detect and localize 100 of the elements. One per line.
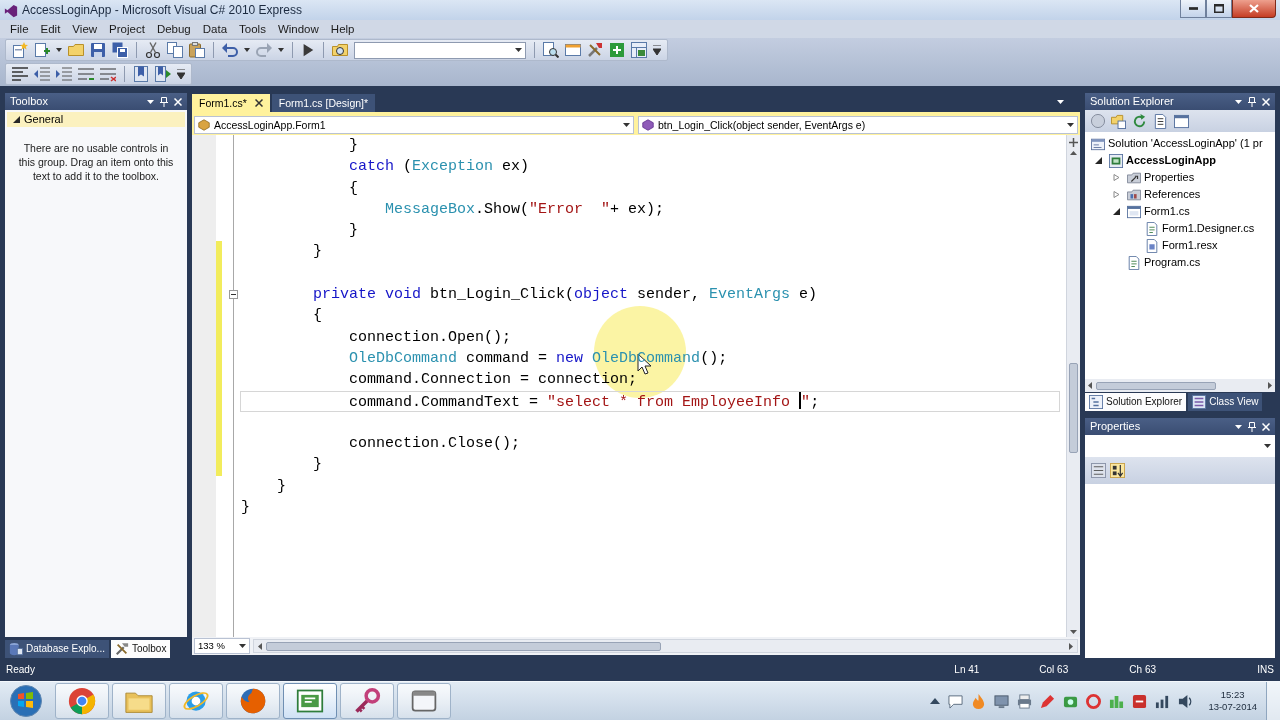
tree-item[interactable]: Form1.Designer.cs [1162,221,1255,236]
bookmark-icon[interactable] [133,66,149,82]
tab-list-icon[interactable] [1057,100,1064,104]
expander-icon[interactable] [1095,157,1102,164]
scroll-left-icon[interactable] [258,642,262,650]
tools-icon[interactable] [587,42,603,58]
menu-item[interactable]: File [4,20,35,38]
pin-icon[interactable] [160,96,168,107]
taskbar-button[interactable] [169,683,223,719]
panel-tab[interactable]: Class View [1188,393,1263,411]
taskbar-button[interactable] [340,683,394,719]
save-icon[interactable] [90,42,106,58]
uncomment-icon[interactable] [100,66,116,82]
toolbox-group-header[interactable]: General [7,112,185,127]
overflow-chevron-icon[interactable] [653,45,661,55]
dropdown-arrow-icon[interactable] [56,48,62,52]
start-orb-icon[interactable] [10,685,42,717]
next-bookmark-icon[interactable] [155,66,171,82]
tree-item[interactable]: AccessLoginApp [1126,153,1216,168]
close-icon[interactable] [254,99,263,107]
maximize-button[interactable] [1206,0,1232,18]
show-all-files-icon[interactable] [1111,113,1126,129]
scroll-thumb[interactable] [1069,363,1078,453]
document-tab[interactable]: Form1.cs* [192,94,270,112]
speech-bubble-icon[interactable] [948,693,964,709]
clock-time[interactable]: 15:23 [1208,689,1257,701]
menu-item[interactable]: Debug [150,20,197,38]
ring-icon[interactable] [1086,693,1102,709]
menu-item[interactable]: Project [103,20,151,38]
comment-icon[interactable] [78,66,94,82]
horizontal-scrollbar[interactable] [253,639,1078,653]
cut-icon[interactable] [145,42,161,58]
dropdown-arrow-icon[interactable] [244,48,250,52]
taskbar-button[interactable] [226,683,280,719]
scroll-thumb[interactable] [266,641,661,651]
plus-tile-icon[interactable] [609,42,625,58]
panel-tab[interactable]: Database Explo... [5,640,109,658]
dropdown-arrow-icon[interactable] [278,48,284,52]
view-code-icon[interactable] [1153,113,1168,129]
expander-icon[interactable] [1113,208,1120,215]
zoom-dropdown[interactable]: 133 % [194,638,250,654]
new-project-icon[interactable] [12,42,28,58]
tree-item[interactable]: Form1.resx [1162,238,1218,253]
text-lines-icon[interactable] [12,66,28,82]
taskbar-button[interactable] [55,683,109,719]
menu-item[interactable]: Data [196,20,234,38]
undo-icon[interactable] [222,42,238,58]
copy-icon[interactable] [167,42,183,58]
folder-search-icon[interactable] [332,42,348,58]
panel-tab[interactable]: Solution Explorer [1085,393,1187,411]
dropdown-arrow-icon[interactable] [1235,99,1242,104]
dropdown-arrow-icon[interactable] [147,99,154,104]
printer-icon[interactable] [1017,693,1033,709]
tree-item[interactable]: Form1.cs [1144,204,1190,219]
scroll-thumb[interactable] [1096,381,1216,390]
horizontal-scrollbar[interactable] [1085,379,1275,392]
window-icon[interactable] [565,42,581,58]
overflow-chevron-icon[interactable] [177,69,185,79]
add-item-icon[interactable] [34,42,50,58]
vertical-scrollbar[interactable] [1066,135,1080,637]
clock-date[interactable]: 13-07-2014 [1208,701,1257,713]
indent-icon[interactable] [56,66,72,82]
play-icon[interactable] [301,43,315,57]
tree-item[interactable]: References [1144,187,1201,202]
scroll-up-icon[interactable] [1070,151,1077,155]
minus-tile-icon[interactable] [1132,693,1148,709]
taskbar-button[interactable] [283,683,337,719]
member-dropdown[interactable]: btn_Login_Click(object sender, EventArgs e) [638,116,1078,134]
scroll-down-icon[interactable] [1070,630,1077,634]
paste-icon[interactable] [189,42,205,58]
taskbar-button[interactable] [397,683,451,719]
sort-icon[interactable] [1110,463,1125,478]
expander-icon[interactable] [13,116,20,123]
refresh-icon[interactable] [1132,113,1147,129]
scroll-right-icon[interactable] [1268,382,1272,389]
monitor-icon[interactable] [994,693,1010,709]
menu-item[interactable]: Help [324,20,361,38]
menu-item[interactable]: View [66,20,104,38]
tree-item[interactable]: Solution 'AccessLoginApp' (1 pr [1108,136,1263,151]
document-tab[interactable]: Form1.cs [Design]* [271,94,376,112]
signal-bars-icon[interactable] [1155,693,1171,709]
minimize-button[interactable] [1180,0,1206,18]
pen-icon[interactable] [1040,693,1056,709]
scroll-right-icon[interactable] [1069,642,1073,650]
dropdown-arrow-icon[interactable] [1067,123,1074,127]
pin-icon[interactable] [1248,96,1256,107]
type-dropdown[interactable]: AccessLoginApp.Form1 [194,116,634,134]
tree-item[interactable]: Properties [1144,170,1195,185]
scroll-left-icon[interactable] [1088,382,1092,389]
save-all-icon[interactable] [112,42,128,58]
chevron-up-icon[interactable] [930,698,941,704]
speaker-icon[interactable] [1178,693,1194,709]
collapse-icon[interactable] [228,290,238,300]
outdent-icon[interactable] [34,66,50,82]
close-button[interactable] [1232,0,1276,18]
dropdown-arrow-icon[interactable] [1264,444,1271,448]
tree-item[interactable]: Program.cs [1144,255,1201,270]
dropdown-arrow-icon[interactable] [239,644,246,648]
view-designer-icon[interactable] [1174,113,1189,129]
dropdown-arrow-icon[interactable] [515,48,522,52]
